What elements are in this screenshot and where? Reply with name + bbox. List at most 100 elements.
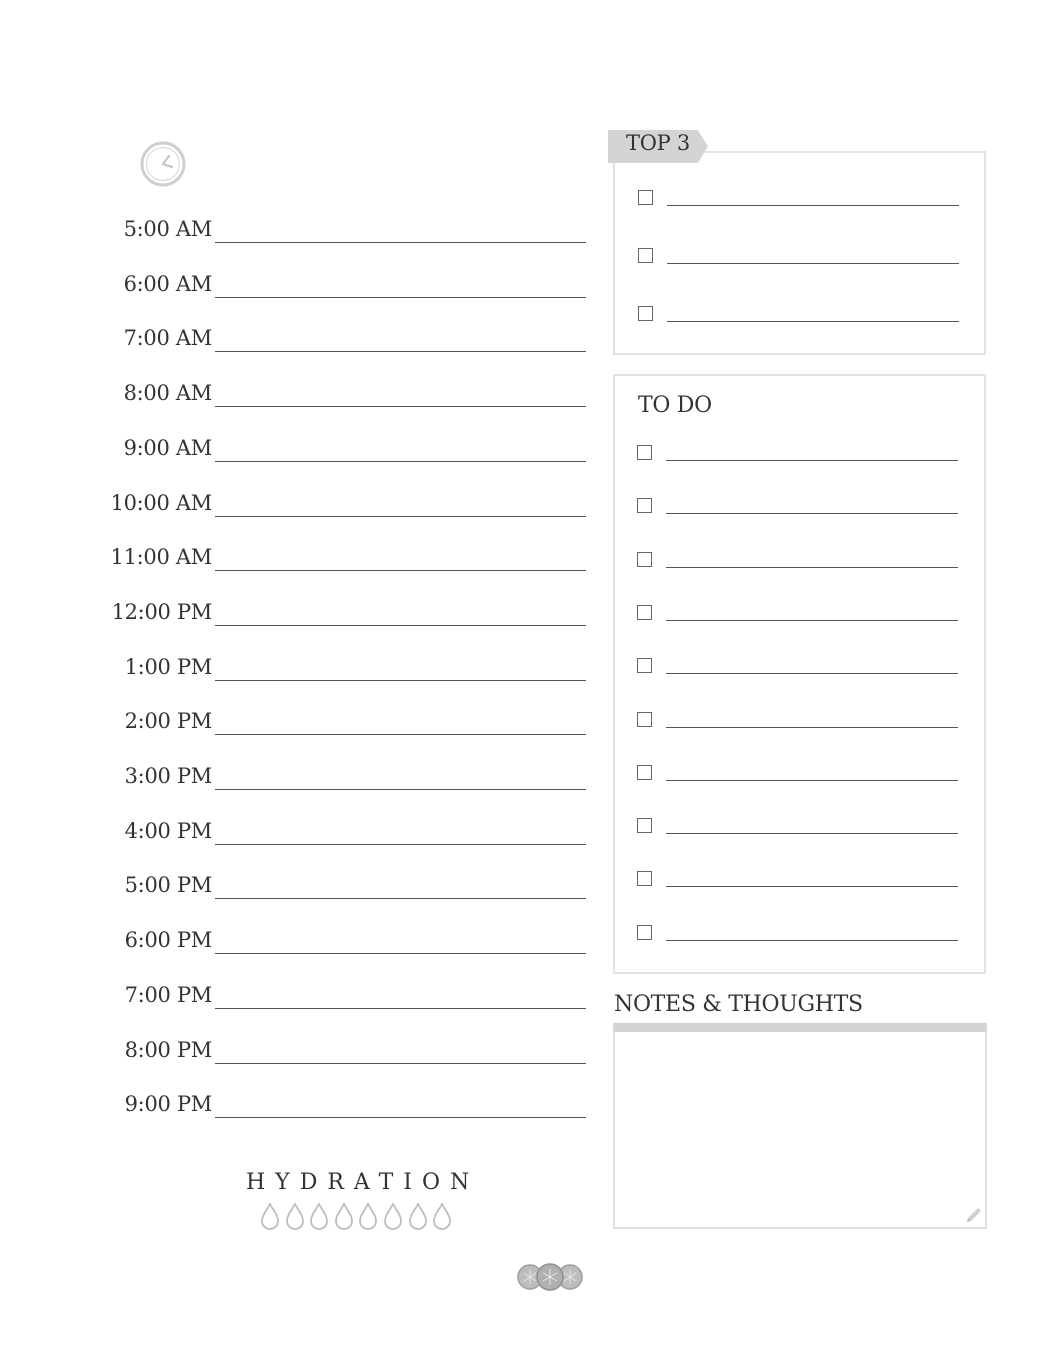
todo-line[interactable]	[666, 513, 958, 515]
todo-item	[637, 658, 958, 678]
top3-line[interactable]	[667, 262, 959, 264]
time-slot-row: 2:00 PM	[0, 705, 600, 736]
todo-checkbox[interactable]	[637, 871, 652, 887]
time-slot-line[interactable]	[215, 570, 586, 572]
todo-item	[637, 711, 958, 732]
time-label: 7:00 PM	[124, 982, 213, 1007]
top3-item	[638, 305, 959, 326]
time-slot-row: 9:00 AM	[0, 432, 600, 462]
time-slot-row: 8:00 AM	[0, 377, 600, 408]
time-label: 10:00 AM	[110, 490, 213, 515]
time-slot-row: 8:00 PM	[0, 1034, 600, 1064]
logo-circles-icon	[517, 1263, 583, 1291]
time-slot-row: 5:00 AM	[0, 213, 600, 243]
clock-icon	[140, 141, 186, 187]
todo-item	[637, 604, 958, 625]
water-drop-icon[interactable]	[382, 1202, 404, 1231]
todo-checkbox[interactable]	[637, 924, 652, 940]
time-label: 7:00 AM	[123, 326, 213, 351]
todo-line[interactable]	[666, 566, 958, 568]
time-label: 6:00 AM	[123, 271, 213, 296]
water-drop-icon[interactable]	[431, 1202, 453, 1231]
top3-item	[638, 247, 959, 268]
todo-checkbox[interactable]	[637, 445, 652, 460]
todo-line[interactable]	[666, 619, 958, 621]
time-slot-row: 3:00 PM	[0, 760, 600, 790]
todo-item	[637, 871, 958, 891]
time-slot-line[interactable]	[215, 1062, 586, 1064]
todo-item	[637, 551, 958, 572]
todo-checkbox[interactable]	[637, 551, 652, 567]
notes-title: NOTES & THOUGHTS	[614, 992, 863, 1017]
time-slot-row: 11:00 AM	[0, 541, 600, 572]
water-drop-icon[interactable]	[407, 1202, 429, 1231]
todo-checkbox[interactable]	[637, 604, 652, 620]
time-slot-line[interactable]	[215, 953, 586, 955]
top3-line[interactable]	[667, 205, 959, 206]
time-slot-line[interactable]	[215, 296, 586, 298]
time-slot-line[interactable]	[215, 843, 586, 845]
top3-title: TOP 3	[626, 131, 690, 155]
time-label: 12:00 PM	[111, 599, 213, 624]
todo-line[interactable]	[666, 673, 958, 675]
todo-checkbox[interactable]	[637, 764, 652, 780]
time-label: 5:00 AM	[123, 217, 213, 241]
water-drop-icon[interactable]	[333, 1202, 355, 1231]
todo-checkbox[interactable]	[637, 658, 652, 674]
todo-checkbox[interactable]	[637, 818, 652, 834]
time-slot-line[interactable]	[215, 624, 586, 626]
time-label: 8:00 PM	[124, 1037, 213, 1062]
time-slot-row: 6:00 PM	[0, 924, 600, 955]
time-slot-row: 10:00 AM	[0, 487, 600, 517]
todo-line[interactable]	[666, 726, 958, 728]
time-slot-line[interactable]	[215, 351, 586, 353]
time-slot-line[interactable]	[215, 679, 586, 681]
hydration-title: HYDRATION	[246, 1170, 480, 1195]
todo-title: TO DO	[638, 393, 712, 418]
notes-area[interactable]	[613, 1031, 987, 1229]
time-slot-line[interactable]	[215, 515, 586, 517]
time-slot-line[interactable]	[215, 1117, 586, 1119]
time-slot-line[interactable]	[215, 789, 586, 790]
water-drop-icon[interactable]	[259, 1202, 281, 1231]
todo-checkbox[interactable]	[637, 498, 652, 514]
time-slot-row: 9:00 PM	[0, 1088, 600, 1119]
todo-line[interactable]	[666, 779, 958, 781]
todo-line[interactable]	[666, 460, 958, 461]
top3-checkbox[interactable]	[638, 305, 653, 321]
todo-item	[637, 764, 958, 785]
water-drop-icon[interactable]	[284, 1202, 306, 1231]
time-slot-line[interactable]	[215, 460, 586, 462]
todo-line[interactable]	[666, 833, 958, 835]
time-label: 9:00 PM	[124, 1092, 213, 1117]
time-label: 1:00 PM	[124, 654, 213, 679]
time-slot-row: 7:00 PM	[0, 979, 600, 1009]
todo-item	[637, 818, 958, 838]
time-label: 11:00 AM	[110, 545, 213, 570]
top3-checkbox[interactable]	[638, 190, 653, 205]
time-slot-row: 6:00 AM	[0, 268, 600, 298]
time-slot-line[interactable]	[215, 1007, 586, 1009]
time-label: 3:00 PM	[124, 764, 213, 788]
time-slot-row: 4:00 PM	[0, 815, 600, 845]
pencil-icon	[967, 1208, 981, 1222]
time-slot-line[interactable]	[215, 734, 586, 736]
todo-item	[637, 924, 958, 945]
top3-checkbox[interactable]	[638, 247, 653, 263]
todo-checkbox[interactable]	[637, 711, 652, 727]
time-label: 6:00 PM	[124, 928, 213, 953]
todo-item	[637, 498, 958, 518]
todo-line[interactable]	[666, 939, 958, 941]
water-drop-icon[interactable]	[308, 1202, 330, 1231]
time-label: 2:00 PM	[124, 709, 213, 734]
time-slot-row: 7:00 AM	[0, 322, 600, 353]
time-slot-line[interactable]	[215, 242, 586, 243]
water-drop-icon[interactable]	[357, 1202, 379, 1231]
time-slot-line[interactable]	[215, 406, 586, 408]
todo-item	[637, 445, 958, 465]
top3-line[interactable]	[667, 320, 959, 322]
time-slot-line[interactable]	[215, 898, 586, 900]
todo-line[interactable]	[666, 886, 958, 888]
time-label: 4:00 PM	[124, 818, 213, 843]
time-label: 5:00 PM	[124, 873, 213, 898]
